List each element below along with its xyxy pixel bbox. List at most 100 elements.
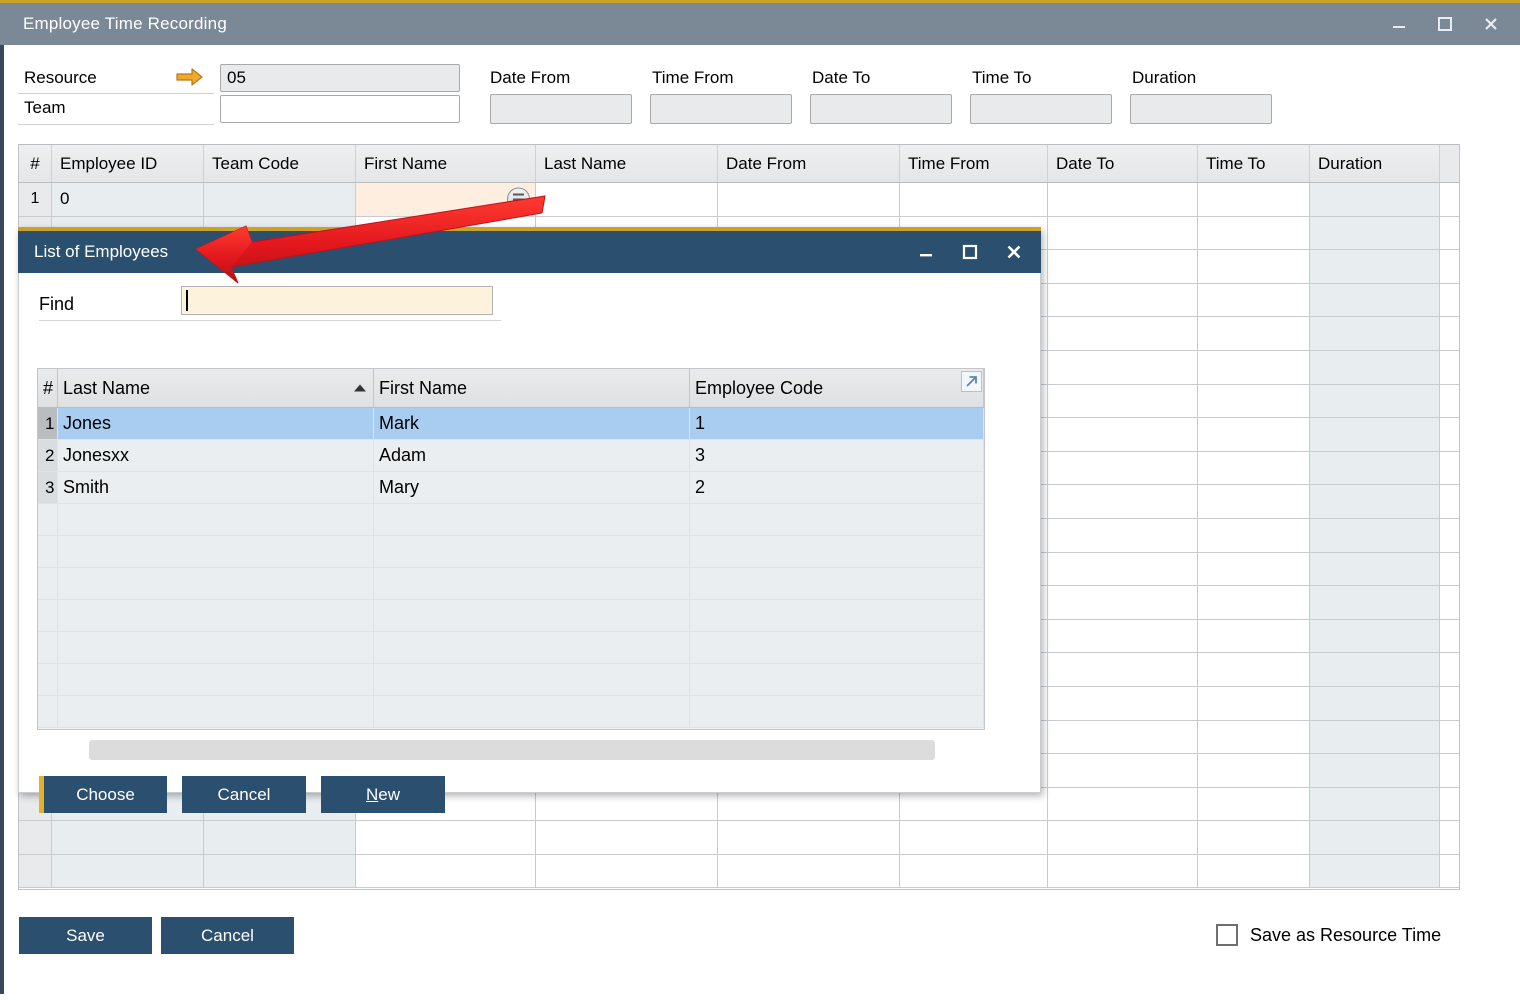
grid-cell-date-to[interactable] — [1048, 586, 1198, 619]
minimize-button[interactable] — [1384, 9, 1414, 39]
grid-cell-date-to[interactable] — [1048, 721, 1198, 754]
find-input[interactable] — [181, 286, 493, 315]
table-row[interactable]: 10 — [19, 183, 1459, 217]
grid-col-header[interactable]: # — [19, 145, 52, 182]
grid-cell-team-code[interactable] — [204, 183, 356, 216]
dialog-close-button[interactable] — [999, 237, 1029, 267]
employee-cell-num[interactable] — [38, 504, 58, 535]
time-to-input[interactable] — [970, 94, 1112, 124]
grid-cell-time-from[interactable] — [900, 855, 1048, 888]
grid-cell-duration[interactable] — [1310, 217, 1440, 250]
grid-cell-time-to[interactable] — [1198, 754, 1310, 787]
employee-cell-num[interactable]: 1 — [38, 408, 58, 439]
resource-input[interactable] — [220, 64, 460, 92]
employee-cell-num[interactable]: 3 — [38, 472, 58, 503]
date-to-input[interactable] — [810, 94, 952, 124]
grid-cell-date-from[interactable] — [718, 183, 900, 216]
grid-col-header[interactable]: Last Name — [536, 145, 718, 182]
employee-cell-last-name[interactable]: Jones — [58, 408, 374, 439]
grid-cell-date-from[interactable] — [718, 855, 900, 888]
maximize-button[interactable] — [1430, 9, 1460, 39]
employee-cell-last-name[interactable] — [58, 632, 374, 663]
grid-cell-num[interactable] — [19, 821, 52, 854]
new-button[interactable]: New — [321, 776, 445, 813]
grid-cell-time-to[interactable] — [1198, 284, 1310, 317]
table-row[interactable] — [19, 821, 1459, 855]
grid-col-header[interactable]: Team Code — [204, 145, 356, 182]
dialog-minimize-button[interactable] — [911, 237, 941, 267]
grid-cell-duration[interactable] — [1310, 553, 1440, 586]
employee-cell-employee-code[interactable] — [690, 536, 984, 567]
grid-cell-duration[interactable] — [1310, 620, 1440, 653]
duration-input[interactable] — [1130, 94, 1272, 124]
employee-cell-last-name[interactable] — [58, 600, 374, 631]
grid-cell-duration[interactable] — [1310, 317, 1440, 350]
grid-cell-date-to[interactable] — [1048, 452, 1198, 485]
grid-cell-time-to[interactable] — [1198, 855, 1310, 888]
grid-cell-date-to[interactable] — [1048, 620, 1198, 653]
grid-cell-duration[interactable] — [1310, 687, 1440, 720]
grid-cell-first-name[interactable] — [356, 821, 536, 854]
grid-col-header[interactable]: First Name — [356, 145, 536, 182]
employee-row-empty[interactable] — [38, 696, 984, 728]
employee-cell-last-name[interactable] — [58, 504, 374, 535]
grid-col-header[interactable]: Date From — [718, 145, 900, 182]
employee-row-empty[interactable] — [38, 536, 984, 568]
grid-cell-time-to[interactable] — [1198, 351, 1310, 384]
grid-cell-duration[interactable] — [1310, 754, 1440, 787]
grid-cell-time-to[interactable] — [1198, 317, 1310, 350]
employee-row[interactable]: 2JonesxxAdam3 — [38, 440, 984, 472]
grid-cell-duration[interactable] — [1310, 485, 1440, 518]
employee-cell-employee-code[interactable] — [690, 664, 984, 695]
grid-col-header[interactable]: Time To — [1198, 145, 1310, 182]
grid-cell-time-to[interactable] — [1198, 586, 1310, 619]
grid-cell-date-to[interactable] — [1048, 519, 1198, 552]
choose-button[interactable]: Choose — [39, 776, 167, 813]
employees-col-header[interactable]: Employee Code — [690, 369, 984, 407]
employees-grid-horizontal-scrollbar[interactable] — [89, 740, 935, 760]
grid-cell-time-to[interactable] — [1198, 385, 1310, 418]
dialog-cancel-button[interactable]: Cancel — [182, 776, 306, 813]
grid-cell-num[interactable] — [19, 855, 52, 888]
save-button[interactable]: Save — [19, 917, 152, 954]
employee-cell-employee-code[interactable]: 3 — [690, 440, 984, 471]
save-as-resource-time-checkbox[interactable] — [1216, 924, 1238, 946]
grid-cell-date-to[interactable] — [1048, 653, 1198, 686]
grid-cell-time-to[interactable] — [1198, 418, 1310, 451]
grid-cell-date-to[interactable] — [1048, 553, 1198, 586]
date-from-input[interactable] — [490, 94, 632, 124]
grid-cell-time-from[interactable] — [900, 821, 1048, 854]
employee-row-empty[interactable] — [38, 664, 984, 696]
employee-cell-employee-code[interactable] — [690, 600, 984, 631]
employee-cell-first-name[interactable] — [374, 696, 690, 727]
grid-col-header[interactable]: Time From — [900, 145, 1048, 182]
employee-row[interactable]: 3SmithMary2 — [38, 472, 984, 504]
cancel-button[interactable]: Cancel — [161, 917, 294, 954]
employee-row-empty[interactable] — [38, 632, 984, 664]
grid-cell-duration[interactable] — [1310, 788, 1440, 821]
employees-col-header[interactable]: First Name — [374, 369, 690, 407]
grid-cell-time-to[interactable] — [1198, 217, 1310, 250]
employee-row[interactable]: 1JonesMark1 — [38, 408, 984, 440]
employee-cell-last-name[interactable] — [58, 664, 374, 695]
grid-cell-duration[interactable] — [1310, 519, 1440, 552]
grid-cell-time-to[interactable] — [1198, 485, 1310, 518]
employee-cell-first-name[interactable]: Adam — [374, 440, 690, 471]
employee-cell-first-name[interactable] — [374, 600, 690, 631]
close-button[interactable] — [1476, 9, 1506, 39]
grid-cell-duration[interactable] — [1310, 284, 1440, 317]
grid-cell-duration[interactable] — [1310, 250, 1440, 283]
employee-row-empty[interactable] — [38, 568, 984, 600]
table-row[interactable] — [19, 855, 1459, 889]
grid-col-header[interactable]: Duration — [1310, 145, 1440, 182]
grid-cell-time-to[interactable] — [1198, 653, 1310, 686]
employee-cell-first-name[interactable] — [374, 632, 690, 663]
employees-col-header[interactable]: # — [38, 369, 58, 407]
grid-cell-date-to[interactable] — [1048, 317, 1198, 350]
grid-cell-date-to[interactable] — [1048, 821, 1198, 854]
grid-cell-date-to[interactable] — [1048, 754, 1198, 787]
grid-cell-time-to[interactable] — [1198, 553, 1310, 586]
employee-cell-last-name[interactable]: Jonesxx — [58, 440, 374, 471]
employee-cell-first-name[interactable] — [374, 664, 690, 695]
grid-cell-date-to[interactable] — [1048, 485, 1198, 518]
